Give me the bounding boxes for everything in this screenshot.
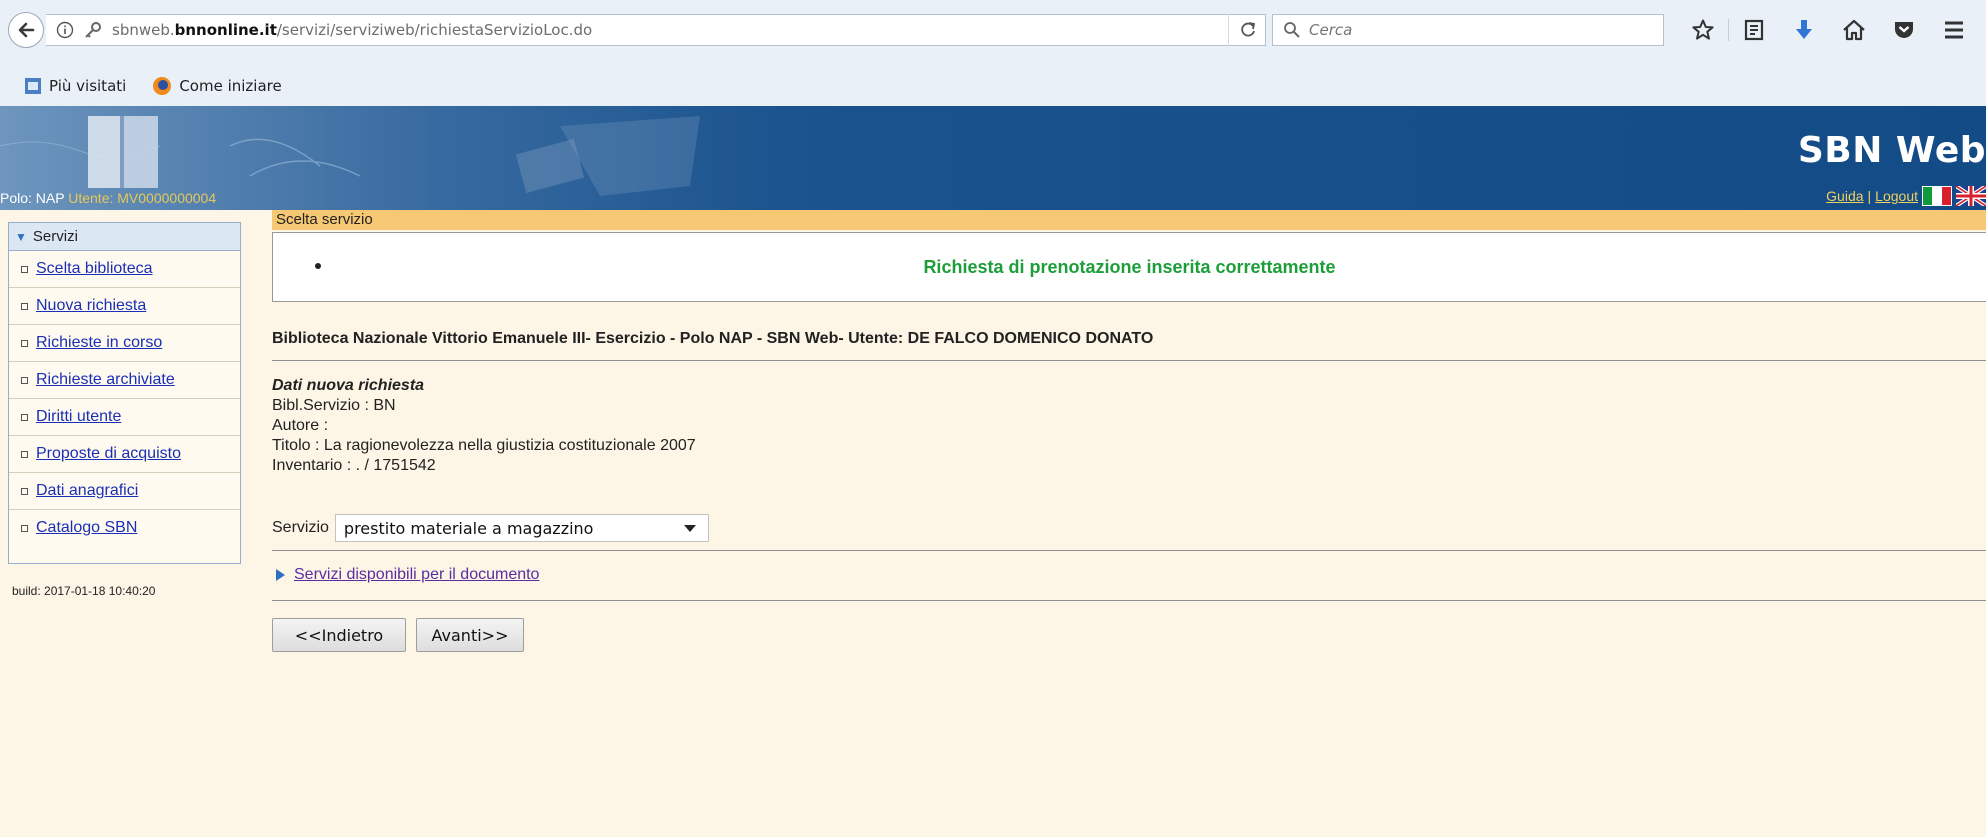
section-title-bar: Scelta servizio <box>272 210 1986 230</box>
link-separator: | <box>1867 188 1872 204</box>
square-bullet-icon <box>21 265 28 273</box>
sidebar-item-richieste-archiviate[interactable]: Richieste archiviate <box>9 362 240 399</box>
available-services-link[interactable]: Servizi disponibili per il documento <box>294 566 539 584</box>
browser-toolbar: sbnweb.bnnonline.it/servizi/serviziweb/r… <box>0 0 1986 67</box>
services-sidebar: ▼ Servizi Scelta biblioteca Nuova richie… <box>8 222 241 564</box>
search-bar[interactable] <box>1272 14 1664 46</box>
service-select[interactable]: prestito materiale a magazzino <box>334 514 709 542</box>
sidebar-link[interactable]: Proposte di acquisto <box>36 445 181 463</box>
back-button[interactable] <box>8 12 44 48</box>
available-services-row: Servizi disponibili per il documento <box>276 566 539 584</box>
square-bullet-icon <box>21 302 28 310</box>
info-icon[interactable] <box>56 21 74 39</box>
square-bullet-icon <box>21 339 28 347</box>
bookmarks-bar: Più visitati Come iniziare <box>0 66 1986 106</box>
expand-triangle-icon: ▼ <box>15 229 27 244</box>
build-info: build: 2017-01-18 10:40:20 <box>12 584 156 598</box>
search-input[interactable] <box>1307 20 1641 40</box>
logout-link[interactable]: Logout <box>1875 188 1918 204</box>
sidebar-header-label: Servizi <box>32 228 78 245</box>
search-icon <box>1284 22 1300 38</box>
reading-list-icon[interactable] <box>1729 14 1779 46</box>
sidebar-item-dati-anagrafici[interactable]: Dati anagrafici <box>9 473 240 510</box>
bookmark-label: Come iniziare <box>179 77 282 95</box>
sidebar-link[interactable]: Richieste archiviate <box>36 371 175 389</box>
sidebar-item-scelta-biblioteca[interactable]: Scelta biblioteca <box>9 251 240 288</box>
user-label: Utente: MV0000000004 <box>68 190 217 206</box>
service-label: Servizio <box>272 519 329 536</box>
home-icon[interactable] <box>1829 14 1879 46</box>
service-selected-value: prestito materiale a magazzino <box>343 518 594 538</box>
url-text[interactable]: sbnweb.bnnonline.it/servizi/serviziweb/r… <box>112 21 592 39</box>
pocket-icon[interactable] <box>1879 14 1929 46</box>
square-bullet-icon <box>21 450 28 458</box>
sidebar-item-catalogo-sbn[interactable]: Catalogo SBN <box>9 510 240 546</box>
back-arrow-icon <box>18 22 35 38</box>
divider <box>272 550 1986 551</box>
sidebar-link[interactable]: Nuova richiesta <box>36 297 146 315</box>
back-button-indietro[interactable]: <<Indietro <box>272 618 406 652</box>
key-icon[interactable] <box>84 21 102 39</box>
details-heading: Dati nuova richiesta <box>272 377 425 394</box>
sidebar-item-richieste-in-corso[interactable]: Richieste in corso <box>9 325 240 362</box>
titolo: Titolo : La ragionevolezza nella giustiz… <box>272 437 696 454</box>
polo-user-info: Polo: NAP Utente: MV0000000004 <box>0 190 216 206</box>
bookmark-label: Più visitati <box>49 77 127 95</box>
expand-arrow-icon[interactable] <box>276 569 285 581</box>
bookmark-page-icon <box>25 78 41 94</box>
library-info: Biblioteca Nazionale Vittorio Emanuele I… <box>272 330 1154 347</box>
reload-icon <box>1240 22 1255 37</box>
polo-label: Polo: NAP <box>0 190 65 206</box>
app-title: SBN Web <box>1797 130 1986 171</box>
square-bullet-icon <box>21 376 28 384</box>
menu-icon[interactable] <box>1929 14 1979 46</box>
download-icon[interactable] <box>1779 14 1829 46</box>
bookmark-piu-visitati[interactable]: Più visitati <box>24 77 126 95</box>
uk-flag-icon[interactable] <box>1956 186 1986 206</box>
square-bullet-icon <box>21 413 28 421</box>
sidebar-link[interactable]: Scelta biblioteca <box>36 260 153 278</box>
square-bullet-icon <box>21 487 28 495</box>
dropdown-arrow-icon <box>683 524 696 532</box>
square-bullet-icon <box>21 524 28 532</box>
guida-link[interactable]: Guida <box>1826 188 1863 204</box>
success-message: Richiesta di prenotazione inserita corre… <box>923 257 1336 277</box>
status-message-box: Richiesta di prenotazione inserita corre… <box>272 232 1986 302</box>
request-details: Dati nuova richiesta Bibl.Servizio : BN … <box>272 376 696 476</box>
sidebar-link[interactable]: Catalogo SBN <box>36 519 137 537</box>
next-button-avanti[interactable]: Avanti>> <box>416 618 524 652</box>
sidebar-item-proposte-di-acquisto[interactable]: Proposte di acquisto <box>9 436 240 473</box>
autore: Autore : <box>272 417 329 434</box>
toolbar-icons <box>1678 14 1979 46</box>
sidebar-link[interactable]: Richieste in corso <box>36 334 162 352</box>
star-icon[interactable] <box>1678 14 1728 46</box>
sidebar-header[interactable]: ▼ Servizi <box>9 223 240 251</box>
service-row: Servizio prestito materiale a magazzino <box>272 514 709 542</box>
bookmark-come-iniziare[interactable]: Come iniziare <box>152 76 282 96</box>
reload-button[interactable] <box>1228 14 1266 46</box>
banner-links: Guida | Logout <box>1826 186 1986 206</box>
bibl-servizio: Bibl.Servizio : BN <box>272 397 396 414</box>
url-bar[interactable]: sbnweb.bnnonline.it/servizi/serviziweb/r… <box>46 14 1266 46</box>
sidebar-item-nuova-richiesta[interactable]: Nuova richiesta <box>9 288 240 325</box>
italian-flag-icon[interactable] <box>1922 186 1952 206</box>
sidebar-item-diritti-utente[interactable]: Diritti utente <box>9 399 240 436</box>
sidebar-link[interactable]: Diritti utente <box>36 408 121 426</box>
sbn-banner: SBN Web Polo: NAP Utente: MV0000000004 G… <box>0 106 1986 210</box>
divider <box>272 600 1986 601</box>
firefox-icon <box>153 77 172 95</box>
inventario: Inventario : . / 1751542 <box>272 457 436 474</box>
divider <box>272 360 1986 361</box>
sidebar-link[interactable]: Dati anagrafici <box>36 482 138 500</box>
